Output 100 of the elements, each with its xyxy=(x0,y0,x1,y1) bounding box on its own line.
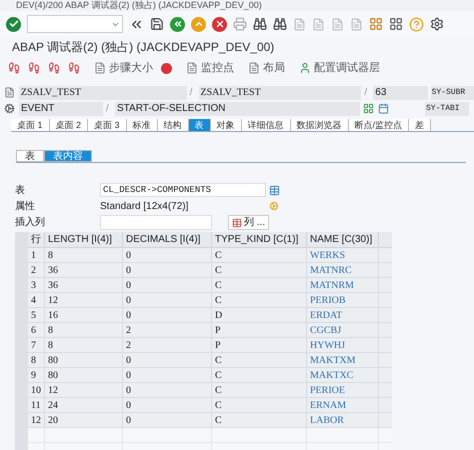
command-field[interactable] xyxy=(27,15,123,33)
tab[interactable]: 结构 xyxy=(158,119,189,131)
table-cell: 4 xyxy=(28,293,45,307)
table-cell: C xyxy=(212,353,307,367)
table-cell: D xyxy=(212,308,307,322)
page-icon xyxy=(186,62,198,74)
table-cell: 0 xyxy=(123,293,212,307)
table-cell: 11 xyxy=(28,398,45,412)
window-title: DEV(4)/200 ABAP 调试器(2) (独占) (JACKDEVAPP_DEV_00) xyxy=(15,0,263,11)
column-header[interactable]: DECIMALS [I(4)] xyxy=(123,232,212,247)
program-field: ZSALV_TEST xyxy=(18,86,187,100)
toolbar-button[interactable]: 配置调试器层 xyxy=(299,60,380,76)
table-cell: MATNRM xyxy=(307,278,379,292)
tab[interactable]: 断点/监控点 xyxy=(348,119,410,131)
toolbar-button[interactable]: 步骤大小 xyxy=(94,60,153,76)
table-cell: 9 xyxy=(28,368,45,382)
field-label: 属性 xyxy=(15,200,36,214)
separator-text: / xyxy=(106,102,110,116)
table-cell: C xyxy=(212,383,307,397)
columns-button[interactable]: 列 ... xyxy=(228,215,270,230)
table-icon[interactable] xyxy=(269,184,280,196)
table-cell: 10 xyxy=(28,383,45,397)
column-header[interactable]: TYPE_KIND [C(1)] xyxy=(212,232,307,247)
tab[interactable]: 对象 xyxy=(210,119,242,131)
tab[interactable]: 表 xyxy=(16,150,44,162)
column-header[interactable]: 行 xyxy=(28,232,45,247)
table-cell: 1 xyxy=(28,248,45,262)
table-cell: 7 xyxy=(28,338,45,352)
table-cell: C xyxy=(212,293,307,307)
print-icon[interactable] xyxy=(233,17,247,31)
find-next-icon[interactable] xyxy=(273,17,287,31)
table-cell: 80 xyxy=(45,353,123,367)
compare-icon[interactable] xyxy=(363,103,375,114)
table-cell: 6 xyxy=(28,323,45,337)
table-cell: 0 xyxy=(123,383,212,397)
table-cell: MATNRC xyxy=(307,263,379,277)
table-cell: WERKS xyxy=(307,248,379,262)
table-cell: 36 xyxy=(45,263,123,277)
table-cell: MAKTXM xyxy=(307,353,379,367)
back-icon[interactable] xyxy=(170,16,185,32)
up-icon[interactable] xyxy=(191,16,206,32)
table-cell: 2 xyxy=(123,323,212,337)
table-cell: 8 xyxy=(28,353,45,367)
table-cell: C xyxy=(212,368,307,382)
table-cell: 0 xyxy=(123,413,212,427)
insert-column-field[interactable] xyxy=(100,215,212,230)
table-icon xyxy=(232,218,242,228)
table-cell: ERDAT xyxy=(307,308,379,322)
window-icon[interactable] xyxy=(389,17,403,31)
tab[interactable]: 差 xyxy=(409,119,432,131)
column-header[interactable]: NAME [C(30)] xyxy=(307,232,379,247)
check-icon[interactable] xyxy=(6,16,21,32)
include-field: ZSALV_TEST xyxy=(198,86,362,100)
window-icon[interactable] xyxy=(369,17,383,31)
table-cell: C xyxy=(212,278,307,292)
table-cell: PERIOB xyxy=(307,293,379,307)
table-cell: P xyxy=(212,338,307,352)
system-field: SY-TABI xyxy=(425,102,469,116)
table-cell: 0 xyxy=(123,278,212,292)
line-field: 63 xyxy=(373,86,428,100)
table-cell: 5 xyxy=(28,308,45,322)
table-cell: 8 xyxy=(45,338,123,352)
tab[interactable]: 表 xyxy=(188,119,211,131)
table-cell: 0 xyxy=(123,398,212,412)
tab[interactable]: 桌面 2 xyxy=(50,119,88,131)
table-name-field[interactable]: CL_DESCR->COMPONENTS xyxy=(100,183,266,197)
tab[interactable]: 表内容 xyxy=(44,150,92,162)
help-icon[interactable] xyxy=(409,16,424,32)
tab[interactable]: 标准 xyxy=(126,119,158,131)
find-icon[interactable] xyxy=(253,17,267,31)
table-cell: 0 xyxy=(123,248,212,262)
stop-icon[interactable] xyxy=(161,62,172,74)
table-cell: 36 xyxy=(45,278,123,292)
tab[interactable]: 详细信息 xyxy=(242,119,291,131)
tab[interactable]: 桌面 1 xyxy=(11,119,50,131)
table-cell: PERIOE xyxy=(307,383,379,397)
table-cell: C xyxy=(212,263,307,277)
cancel-icon[interactable] xyxy=(212,16,227,32)
table-cell: 0 xyxy=(123,263,212,277)
table-cell: 3 xyxy=(28,278,45,292)
table-cell: 8 xyxy=(45,248,123,262)
separator-text: / xyxy=(364,86,368,100)
column-header[interactable]: LENGTH [I(4)] xyxy=(45,232,123,247)
separator-text: / xyxy=(190,86,194,100)
toolbar-button[interactable]: 布局 xyxy=(248,60,285,76)
toolbar-button[interactable]: 监控点 xyxy=(186,60,234,76)
field-label: 插入列 xyxy=(15,216,46,230)
tab[interactable]: 桌面 3 xyxy=(88,119,127,131)
gear-icon xyxy=(4,103,16,114)
table-cell: 2 xyxy=(123,338,212,352)
field-label: 表 xyxy=(15,184,26,198)
table-cell: C xyxy=(212,398,307,412)
settings-icon[interactable] xyxy=(430,17,444,31)
table-cell: MAKTXC xyxy=(307,368,379,382)
page-icon xyxy=(248,62,260,74)
save-icon[interactable] xyxy=(150,17,164,31)
table-cell: LABOR xyxy=(307,413,379,427)
table-cell: ERNAM xyxy=(307,398,379,412)
table-cell: P xyxy=(212,323,307,337)
tab[interactable]: 数据浏览器 xyxy=(290,119,349,131)
